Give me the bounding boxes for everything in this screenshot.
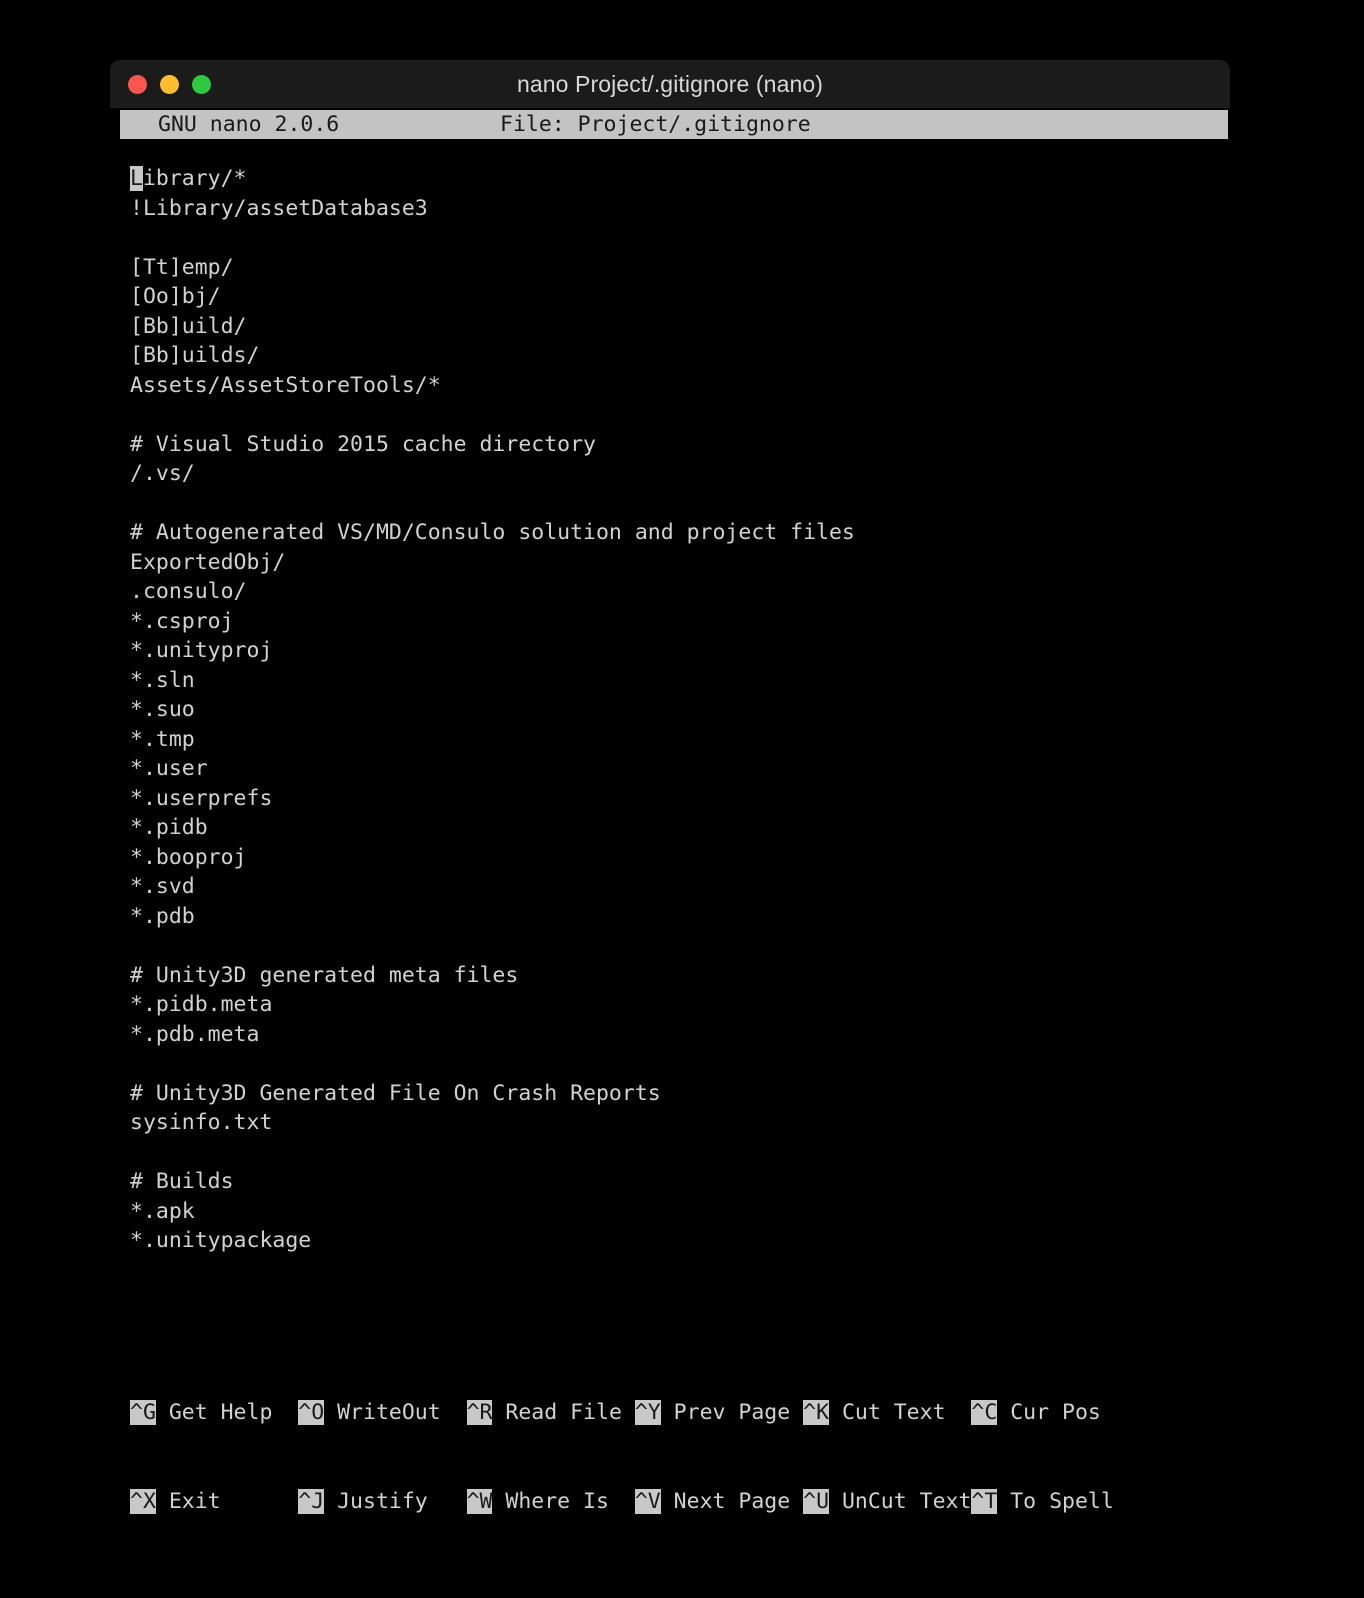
- editor-line: [Oo]bj/: [130, 284, 221, 309]
- editor-line: [Tt]emp/: [130, 254, 234, 280]
- shortcut-key[interactable]: ^Y: [634, 1400, 661, 1425]
- shortcut-key[interactable]: ^R: [466, 1400, 493, 1425]
- shortcut-label: Get Help: [155, 1400, 299, 1425]
- editor-line: *.apk: [130, 1198, 195, 1224]
- shortcut-key[interactable]: ^J: [298, 1488, 325, 1514]
- shortcut-key[interactable]: ^G: [130, 1400, 156, 1425]
- editor-line: *.tmp: [130, 726, 195, 752]
- shortcut-key[interactable]: ^U: [803, 1488, 830, 1514]
- editor-line: ExportedObj/: [130, 549, 286, 575]
- editor-line: *.userprefs: [130, 785, 273, 811]
- help-row-1: ^G Get Help ^O WriteOut ^R Read File ^Y …: [120, 1398, 1228, 1428]
- editor-line: [Bb]uilds/: [130, 343, 260, 368]
- shortcut-label: Read File: [492, 1400, 635, 1425]
- editor-line: # Unity3D Generated File On Crash Report…: [130, 1080, 661, 1106]
- shortcut-key[interactable]: ^T: [971, 1488, 998, 1514]
- editor-line: *.suo: [130, 697, 195, 722]
- editor-line: *.svd: [130, 874, 195, 899]
- editor-line: # Builds: [130, 1169, 234, 1194]
- shortcut-label: WriteOut: [324, 1400, 467, 1425]
- editor-text-area[interactable]: Library/* !Library/assetDatabase3 [Tt]emp…: [120, 164, 1228, 1256]
- editor-line: Assets/AssetStoreTools/*: [130, 372, 441, 398]
- editor-line: !Library/assetDatabase3: [130, 195, 428, 221]
- text-cursor: L: [130, 166, 143, 191]
- shortcut-key[interactable]: ^X: [130, 1488, 156, 1514]
- editor-line: *.user: [130, 756, 208, 781]
- shortcut-label: Exit: [155, 1488, 299, 1514]
- editor-line: *.csproj: [130, 608, 234, 634]
- nano-version-label: GNU nano 2.0.6: [158, 112, 340, 137]
- editor-line: *.pdb.meta: [130, 1021, 260, 1047]
- shortcut-label: Next Page: [660, 1488, 804, 1514]
- editor-line: *.unityproj: [130, 638, 273, 663]
- terminal-screen: nano Project/.gitignore (nano) GNU nano …: [0, 0, 1364, 1598]
- editor-line: *.booproj: [130, 844, 247, 870]
- editor-line: # Unity3D generated meta files: [130, 962, 519, 988]
- shortcut-label: Prev Page: [660, 1400, 804, 1425]
- nano-file-label: File: Project/.gitignore: [500, 112, 811, 137]
- shortcut-label: To Spell: [997, 1488, 1114, 1514]
- nano-help-bar: ^G Get Help ^O WriteOut ^R Read File ^Y …: [120, 1339, 1228, 1575]
- shortcut-key[interactable]: ^W: [466, 1488, 493, 1514]
- editor-line: *.pdb: [130, 903, 195, 929]
- editor-line: sysinfo.txt: [130, 1110, 273, 1135]
- editor-line: # Autogenerated VS/MD/Consulo solution a…: [130, 520, 855, 545]
- shortcut-label: Cur Pos: [997, 1400, 1101, 1425]
- editor-line: *.sln: [130, 667, 195, 693]
- terminal-window: nano Project/.gitignore (nano) GNU nano …: [110, 60, 1230, 1514]
- editor-line: *.pidb.meta: [130, 992, 273, 1017]
- shortcut-label: Where Is: [492, 1488, 635, 1514]
- editor-line: .consulo/: [130, 579, 247, 604]
- shortcut-key[interactable]: ^C: [971, 1400, 998, 1425]
- shortcut-key[interactable]: ^O: [298, 1400, 325, 1425]
- shortcut-key[interactable]: ^V: [634, 1488, 661, 1514]
- shortcut-label: Cut Text: [829, 1400, 972, 1425]
- window-titlebar[interactable]: nano Project/.gitignore (nano): [110, 60, 1230, 108]
- editor-line: *.unitypackage: [130, 1228, 312, 1253]
- window-title: nano Project/.gitignore (nano): [516, 71, 824, 97]
- editor-line: Library/*: [120, 164, 1228, 194]
- editor-line-text: ibrary/*: [142, 166, 247, 191]
- help-row-2: ^X Exit ^J Justify ^W Where Is ^V Next P…: [120, 1487, 1228, 1517]
- editor-line: /.vs/: [130, 461, 195, 486]
- editor-line: # Visual Studio 2015 cache directory: [130, 431, 596, 457]
- nano-status-bar: GNU nano 2.0.6 File: Project/.gitignore: [120, 110, 1228, 139]
- shortcut-label: UnCut Text: [829, 1488, 972, 1514]
- shortcut-label: Justify: [324, 1488, 467, 1514]
- editor-line: *.pidb: [130, 815, 208, 840]
- editor-line: [Bb]uild/: [130, 313, 247, 339]
- shortcut-key[interactable]: ^K: [803, 1400, 830, 1425]
